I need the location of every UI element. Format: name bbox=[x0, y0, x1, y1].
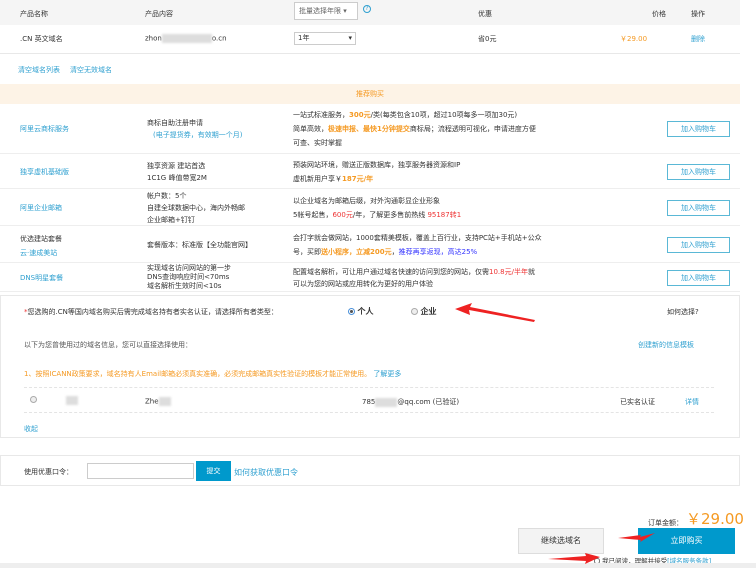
arrow-icon bbox=[455, 303, 535, 322]
arrow-icon bbox=[618, 533, 655, 542]
arrow-icon bbox=[548, 553, 600, 564]
annotation-arrows bbox=[455, 303, 655, 564]
